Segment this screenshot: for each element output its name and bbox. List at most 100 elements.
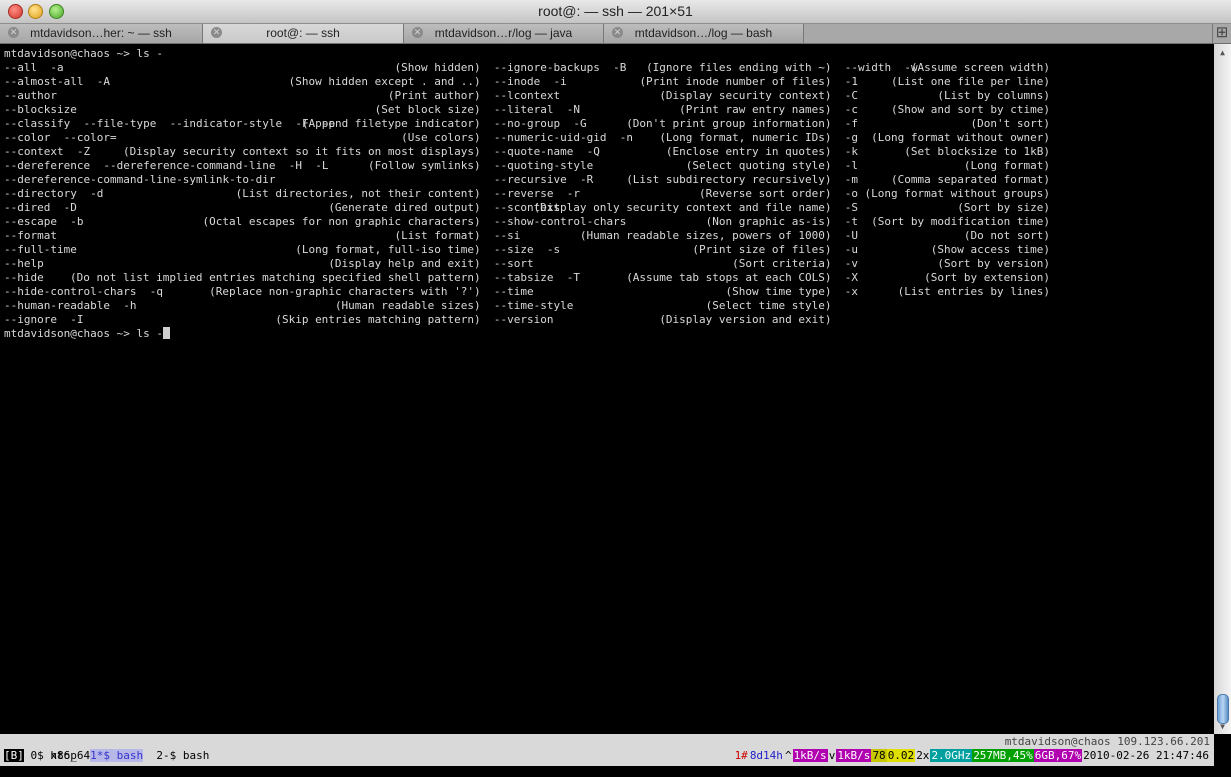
new-tab-icon[interactable]: ⊞ xyxy=(1212,24,1231,43)
option-flag: --human-readable -h xyxy=(4,299,137,312)
tab-root-ssh[interactable]: ✕ root@: — ssh xyxy=(203,24,404,43)
option-flag: --numeric-uid-gid -n xyxy=(493,131,633,144)
tab-log-java[interactable]: ✕ mtdavidson…r/log — java xyxy=(404,24,604,43)
option-flag: -1 xyxy=(844,75,858,88)
option-description: (Sort by extension) xyxy=(924,271,1050,284)
option-description: (Print raw entry names) xyxy=(679,103,832,116)
option-flag: -g xyxy=(844,131,858,144)
option-description: (Human readable sizes) xyxy=(334,299,481,312)
prompt-line: mtdavidson@chaos ~> ls - xyxy=(4,47,163,60)
prompt-text: mtdavidson@chaos ~> xyxy=(4,327,137,340)
option-flag: --classify --file-type --indicator-style… xyxy=(4,117,336,130)
option-flag: --format xyxy=(4,229,57,242)
screen-host-info: mtdavidson@chaos 109.123.66.201 xyxy=(1004,735,1210,748)
command-text: ls - xyxy=(136,327,163,340)
option-description: (Don't print group information) xyxy=(626,117,832,130)
option-description: (Sort by size) xyxy=(957,201,1050,214)
option-flag: -k xyxy=(844,145,858,158)
option-description: (Sort criteria) xyxy=(732,257,832,270)
option-flag: -l xyxy=(844,159,858,172)
option-description: (Set block size) xyxy=(374,103,481,116)
option-flag: --reverse -r xyxy=(493,187,580,200)
option-description: (Long format without owner) xyxy=(871,131,1050,144)
tab-label: root@: — ssh xyxy=(266,26,340,40)
option-flag: --quote-name -Q xyxy=(493,145,600,158)
option-flag: --inode -i xyxy=(493,75,567,88)
option-flag: --hide xyxy=(4,271,44,284)
terminal-output[interactable]: mtdavidson@chaos ~> ls - --all -a (Show h… xyxy=(0,44,1214,734)
option-description: (Generate dired output) xyxy=(328,201,481,214)
option-flag: -f xyxy=(844,117,858,130)
vertical-scrollbar[interactable]: ▲ ▼ xyxy=(1214,44,1231,734)
option-description: (Reverse sort order) xyxy=(699,187,832,200)
option-flag: --lcontext xyxy=(493,89,561,102)
option-description: (Show hidden) xyxy=(394,61,481,74)
scroll-up-icon[interactable]: ▲ xyxy=(1217,48,1228,58)
option-description: (Skip entries matching pattern) xyxy=(275,313,481,326)
option-description: (Display help and exit) xyxy=(328,257,481,270)
option-flag: --help xyxy=(4,257,44,270)
option-flag: --dereference --dereference-command-line… xyxy=(4,159,329,172)
option-description: (Assume screen width) xyxy=(910,61,1050,74)
tab-label: mtdavidson…r/log — java xyxy=(434,26,573,40)
status-segment: 6GB,67% xyxy=(1033,749,1083,762)
window-titlebar: root@: — ssh — 201×51 xyxy=(0,0,1231,24)
option-description: (Display version and exit) xyxy=(659,313,832,326)
option-flag: -U xyxy=(844,229,858,242)
screen-metrics: 1# 8d14h ^ 1kB/s v 1kB/s 78 0.02 2x 2.0GHz 257MB,4… xyxy=(733,749,1210,763)
option-flag: --hide-control-chars -q xyxy=(4,285,163,298)
arch-label: x86_64 xyxy=(50,749,91,762)
option-description: (Comma separated format) xyxy=(891,173,1050,186)
option-description: (List format) xyxy=(394,229,481,242)
status-segment: 257MB,45% xyxy=(972,749,1034,762)
option-description: (Show access time) xyxy=(930,243,1050,256)
tab-log-bash[interactable]: ✕ mtdavidson…/log — bash xyxy=(604,24,804,43)
screen-window-2[interactable]: 2-$ bash xyxy=(156,749,209,762)
option-flag: --no-group -G xyxy=(493,117,587,130)
option-flag: --show-control-chars xyxy=(493,215,627,228)
option-description: (Show time type) xyxy=(725,285,832,298)
option-flag: --version xyxy=(493,313,554,326)
option-flag: -t xyxy=(844,215,858,228)
status-segment: 2x xyxy=(915,749,931,762)
scroll-thumb[interactable] xyxy=(1217,694,1229,724)
option-description: (Display security context so it fits on … xyxy=(123,145,481,158)
status-segment: 78 xyxy=(871,749,887,762)
option-description: (List one file per line) xyxy=(891,75,1050,88)
status-segment: 2010-02-26 21:47:46 xyxy=(1082,749,1210,762)
option-description: (Print author) xyxy=(387,89,481,102)
option-description: (Append filetype indicator) xyxy=(301,117,481,130)
status-segment: 1# xyxy=(733,749,749,762)
option-description: (Show and sort by ctime) xyxy=(891,103,1050,116)
option-flag: -u xyxy=(844,243,858,256)
option-flag: --ignore -I xyxy=(4,313,84,326)
option-flag: --sort xyxy=(493,257,534,270)
option-description: (Select quoting style) xyxy=(685,159,832,172)
option-flag: --time-style xyxy=(493,299,574,312)
option-description: (Use colors) xyxy=(401,131,481,144)
option-flag: --all -a xyxy=(4,61,64,74)
option-description: (Octal escapes for non graphic character… xyxy=(202,215,481,228)
option-description: (Ignore files ending with ~) xyxy=(646,61,832,74)
option-description: (Replace non-graphic characters with '?'… xyxy=(209,285,481,298)
tab-bar: ✕ mtdavidson…her: ~ — ssh ✕ root@: — ssh… xyxy=(0,24,1231,44)
option-flag: -o xyxy=(844,187,858,200)
status-segment: 2.0GHz xyxy=(930,749,973,762)
option-flag: --full-time xyxy=(4,243,77,256)
status-segment: 8d14h xyxy=(748,749,784,762)
option-description: (Sort by version) xyxy=(937,257,1050,270)
screen-mode-indicator: [B] x86_64 xyxy=(4,749,90,763)
scroll-down-icon[interactable]: ▼ xyxy=(1217,722,1228,732)
option-description: (Long format, full-iso time) xyxy=(295,243,481,256)
option-flag: --escape -b xyxy=(4,215,84,228)
option-description: (Non graphic as-is) xyxy=(705,215,832,228)
tab-ssh-home[interactable]: ✕ mtdavidson…her: ~ — ssh xyxy=(0,24,203,43)
option-flag: -v xyxy=(844,257,858,270)
option-flag: --size -s xyxy=(493,243,561,256)
current-command-line[interactable]: mtdavidson@chaos ~> ls - xyxy=(4,327,170,341)
option-flag: --si xyxy=(493,229,521,242)
option-description: (Don't sort) xyxy=(970,117,1050,130)
option-description: (Long format) xyxy=(963,159,1050,172)
option-description: (Print inode number of files) xyxy=(639,75,832,88)
screen-window-1[interactable]: 1*$ bash xyxy=(90,749,144,762)
